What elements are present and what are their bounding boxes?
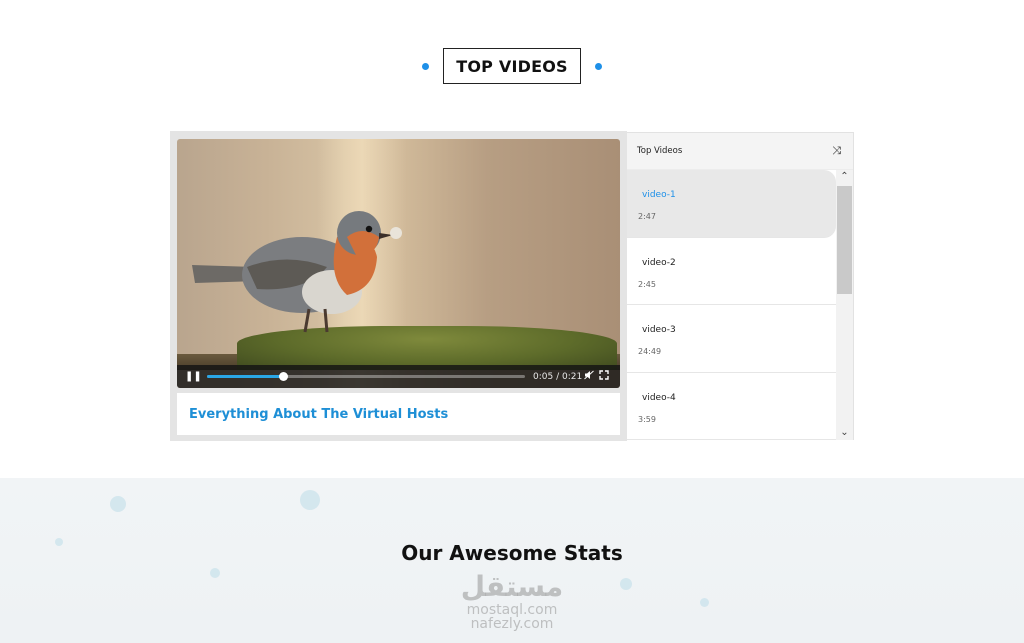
playlist-item-duration: 3:59 xyxy=(638,414,656,424)
playlist-item-duration: 2:47 xyxy=(638,212,656,221)
playlist-title: Top Videos xyxy=(637,146,683,156)
chevron-up-icon[interactable]: ⌃ xyxy=(836,170,853,184)
playlist-item-2[interactable]: video-2 2:45 xyxy=(627,238,836,305)
stats-section: Our Awesome Stats مستقل mostaql.com nafe… xyxy=(0,478,1024,643)
sparkle-decoration xyxy=(300,490,320,510)
right-dot-icon xyxy=(594,62,602,70)
time-separator: / xyxy=(556,371,560,382)
playlist-items: video-1 2:47 video-2 2:45 video-3 24:49 … xyxy=(627,170,836,440)
playlist-item-1[interactable]: video-1 2:47 xyxy=(627,170,836,238)
speaker-muted-icon[interactable] xyxy=(581,370,597,383)
pause-icon[interactable]: ❚❚ xyxy=(185,371,202,382)
playlist-item-title: video-1 xyxy=(642,190,676,200)
page: TOP VIDEOS ❚❚ 0:05 / 0:21 Everything Abo… xyxy=(0,0,1024,643)
playlist-item-3[interactable]: video-3 24:49 xyxy=(627,305,836,373)
video-controls: ❚❚ 0:05 / 0:21 xyxy=(177,365,620,388)
section-title: TOP VIDEOS xyxy=(443,48,581,84)
fullscreen-icon[interactable] xyxy=(597,370,613,383)
progress-bar[interactable] xyxy=(207,372,525,381)
video-player: ❚❚ 0:05 / 0:21 Everything About The Virt… xyxy=(170,131,627,441)
playlist-item-title: video-2 xyxy=(642,257,676,268)
playlist-item-duration: 2:45 xyxy=(638,279,656,289)
playlist-scrollbar[interactable]: ⌃ ⌄ xyxy=(836,170,853,440)
stats-title: Our Awesome Stats xyxy=(401,541,623,565)
time-current: 0:05 xyxy=(533,371,554,382)
scrollbar-thumb[interactable] xyxy=(837,186,852,294)
left-dot-icon xyxy=(422,62,430,70)
watermark: مستقل mostaql.com nafezly.com xyxy=(0,570,1024,631)
video-caption[interactable]: Everything About The Virtual Hosts xyxy=(177,393,620,435)
playlist-item-title: video-4 xyxy=(642,392,676,403)
time-total: 0:21 xyxy=(562,371,583,382)
sparkle-decoration xyxy=(110,496,126,512)
watermark-line-1: mostaql.com xyxy=(466,602,558,618)
shuffle-icon[interactable]: ⤨ xyxy=(832,144,841,158)
playlist-header: Top Videos ⤨ xyxy=(627,133,853,170)
time-display: 0:05 / 0:21 xyxy=(533,371,583,382)
progress-fill xyxy=(207,375,284,378)
section-heading: TOP VIDEOS xyxy=(0,48,1024,84)
video-frame[interactable]: ❚❚ 0:05 / 0:21 xyxy=(177,139,620,388)
chevron-down-icon[interactable]: ⌄ xyxy=(836,426,853,440)
watermark-logo: مستقل xyxy=(460,570,564,603)
playlist-item-duration: 24:49 xyxy=(638,347,662,356)
playlist: Top Videos ⤨ video-1 2:47 video-2 2:45 v… xyxy=(627,132,854,440)
watermark-line-2: nafezly.com xyxy=(470,616,554,632)
progress-knob[interactable] xyxy=(279,372,289,381)
playlist-item-4[interactable]: video-4 3:59 xyxy=(627,373,836,440)
playlist-item-title: video-3 xyxy=(642,325,676,335)
robin-bird-image xyxy=(192,211,402,333)
